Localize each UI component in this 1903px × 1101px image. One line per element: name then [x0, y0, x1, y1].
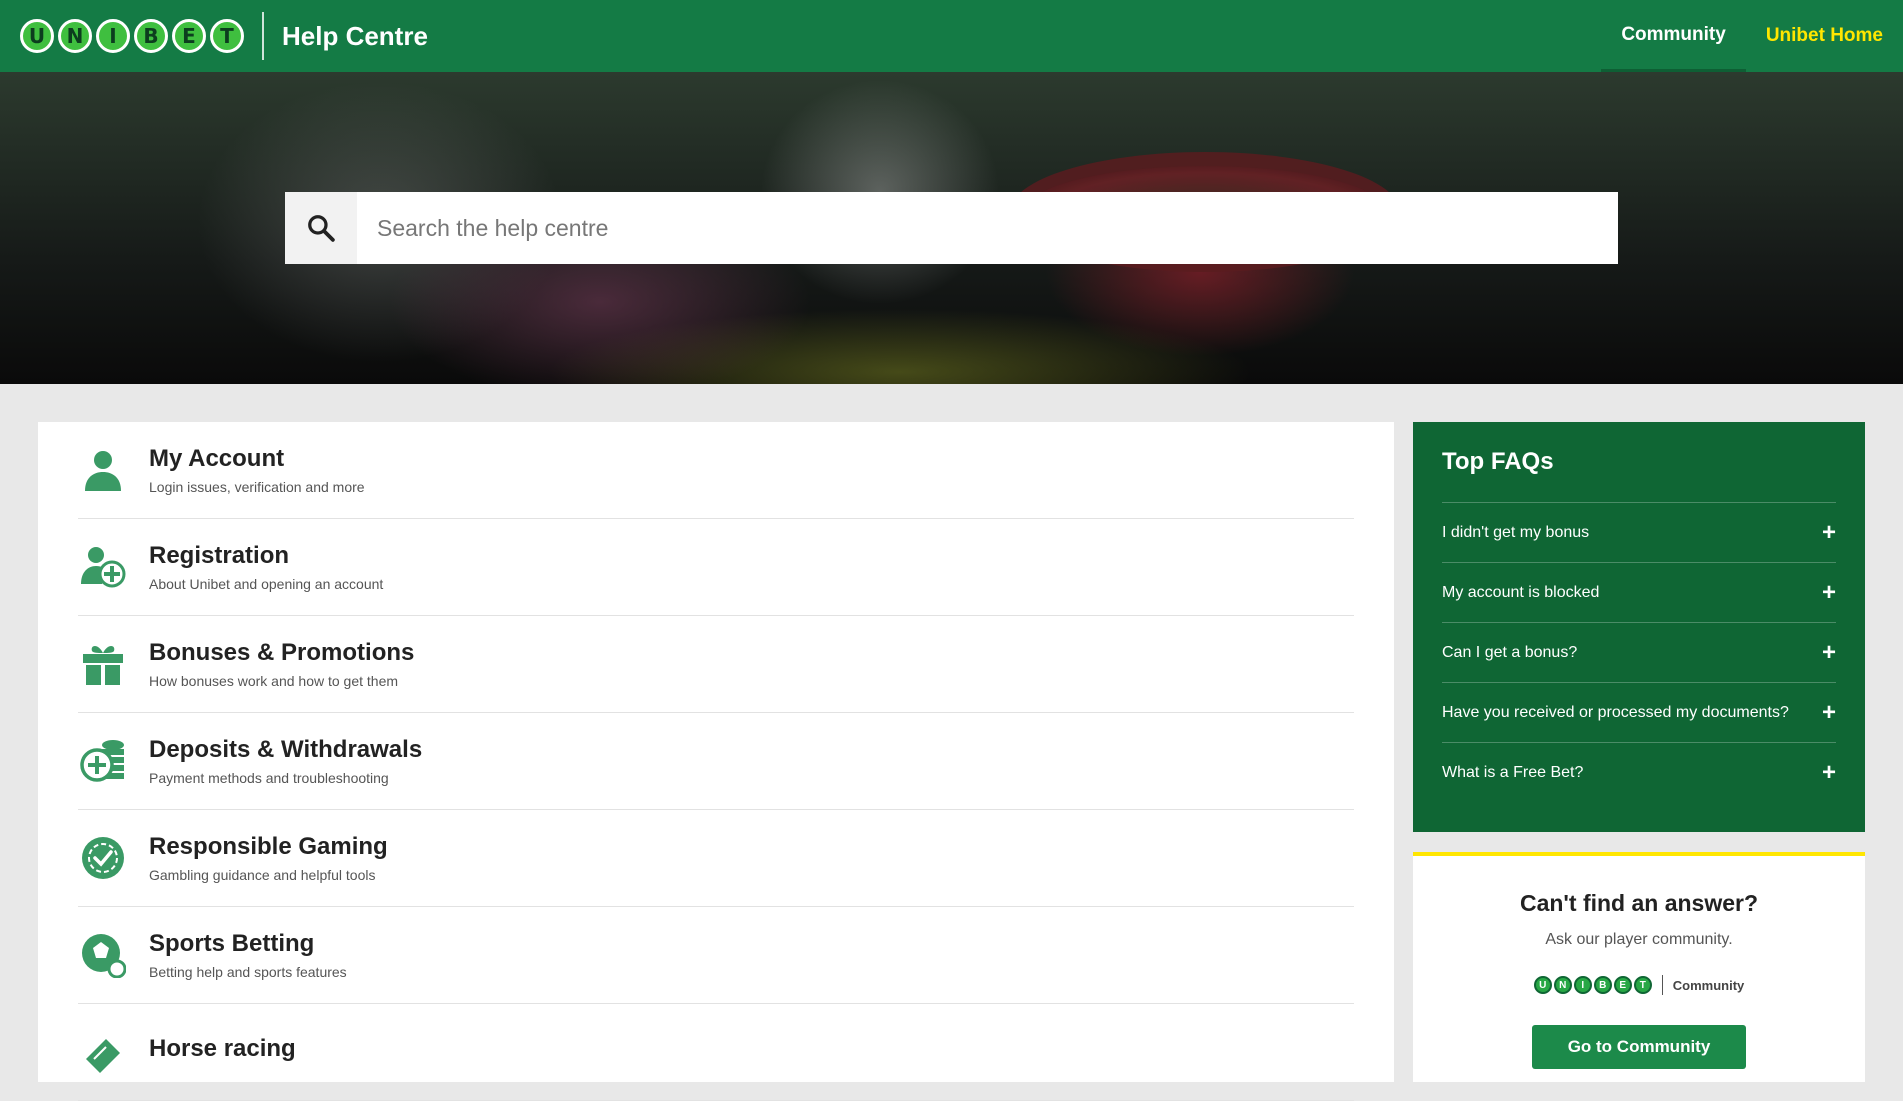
person-add-icon [78, 542, 128, 592]
coins-icon [78, 736, 128, 786]
category-title: Deposits & Withdrawals [149, 736, 423, 763]
category-responsible-gaming[interactable]: Responsible Gaming Gambling guidance and… [78, 810, 1354, 907]
search-icon [308, 215, 335, 242]
faq-item[interactable]: Have you received or processed my docume… [1442, 682, 1836, 742]
plus-icon: + [1821, 758, 1836, 786]
search-bar [285, 192, 1618, 264]
category-title: Bonuses & Promotions [149, 639, 415, 666]
category-list: My Account Login issues, verification an… [38, 422, 1394, 1101]
faq-question: Can I get a bonus? [1442, 643, 1578, 661]
logo-divider [262, 12, 264, 60]
logo-letter: T [210, 19, 244, 53]
go-to-community-button[interactable]: Go to Community [1532, 1025, 1746, 1069]
category-my-account[interactable]: My Account Login issues, verification an… [78, 422, 1354, 519]
search-input[interactable] [357, 192, 1618, 264]
person-icon [78, 445, 128, 495]
category-subtitle: Payment methods and troubleshooting [149, 770, 389, 786]
category-subtitle: Login issues, verification and more [149, 479, 365, 495]
plus-icon: + [1821, 518, 1836, 546]
faq-item[interactable]: What is a Free Bet? + [1442, 742, 1836, 802]
plus-icon: + [1821, 638, 1836, 666]
category-registration[interactable]: Registration About Unibet and opening an… [78, 519, 1354, 616]
logo-letter: E [172, 19, 206, 53]
logo-letter: N [1553, 976, 1572, 994]
gift-icon [78, 639, 128, 689]
category-sports-betting[interactable]: Sports Betting Betting help and sports f… [78, 907, 1354, 1004]
category-subtitle: Gambling guidance and helpful tools [149, 867, 376, 883]
faq-question: Have you received or processed my docume… [1442, 703, 1789, 721]
top-bar: U N I B E T Help Centre Community Unibet… [0, 0, 1903, 72]
horse-ticket-icon [78, 1027, 128, 1077]
category-title: My Account [149, 445, 285, 472]
category-subtitle: How bonuses work and how to get them [149, 673, 399, 689]
search-button[interactable] [285, 192, 357, 264]
category-bonuses-promotions[interactable]: Bonuses & Promotions How bonuses work an… [78, 616, 1354, 713]
category-horse-racing[interactable]: Horse racing [78, 1004, 1354, 1101]
category-subtitle: About Unibet and opening an account [149, 576, 384, 592]
check-chip-icon [78, 833, 128, 883]
plus-icon: + [1821, 578, 1836, 606]
faq-item[interactable]: My account is blocked + [1442, 562, 1836, 622]
logo-letter: U [1533, 976, 1552, 994]
community-logo-label: Community [1672, 977, 1745, 993]
category-subtitle: Betting help and sports features [149, 964, 347, 980]
logo-letter: B [1593, 976, 1612, 994]
logo-letter: I [96, 19, 130, 53]
category-title: Registration [149, 542, 290, 569]
faq-item[interactable]: I didn't get my bonus + [1442, 502, 1836, 562]
logo-letter: N [58, 19, 92, 53]
category-title: Responsible Gaming [149, 833, 388, 860]
logo-letter: I [1573, 976, 1592, 994]
faq-item[interactable]: Can I get a bonus? + [1442, 622, 1836, 682]
plus-icon: + [1821, 698, 1836, 726]
unibet-logo[interactable]: U N I B E T [20, 19, 244, 53]
page-title[interactable]: Help Centre [282, 21, 428, 52]
faq-question: My account is blocked [1442, 583, 1600, 601]
top-faqs-panel: Top FAQs I didn't get my bonus + My acco… [1413, 422, 1865, 832]
nav-unibet-home-link[interactable]: Unibet Home [1746, 0, 1903, 72]
category-deposits-withdrawals[interactable]: Deposits & Withdrawals Payment methods a… [78, 713, 1354, 810]
community-card: Can't find an answer? Ask our player com… [1413, 852, 1865, 1082]
sports-ball-icon [78, 930, 128, 980]
faq-question: What is a Free Bet? [1442, 763, 1584, 781]
logo-letter: E [1613, 976, 1632, 994]
category-title: Sports Betting [149, 930, 315, 957]
community-card-title: Can't find an answer? [1519, 890, 1759, 916]
logo-letter: B [134, 19, 168, 53]
logo-divider [1661, 975, 1663, 995]
community-logo: U N I B E T Community [1413, 975, 1865, 995]
community-card-subtitle: Ask our player community. [1545, 931, 1733, 948]
nav-community-link[interactable]: Community [1601, 0, 1746, 72]
logo-letter: U [20, 19, 54, 53]
top-nav: Community Unibet Home [1601, 0, 1903, 72]
category-title: Horse racing [149, 1035, 296, 1062]
faq-question: I didn't get my bonus [1442, 523, 1590, 541]
top-faqs-title: Top FAQs [1442, 448, 1554, 475]
logo-letter: T [1633, 976, 1652, 994]
